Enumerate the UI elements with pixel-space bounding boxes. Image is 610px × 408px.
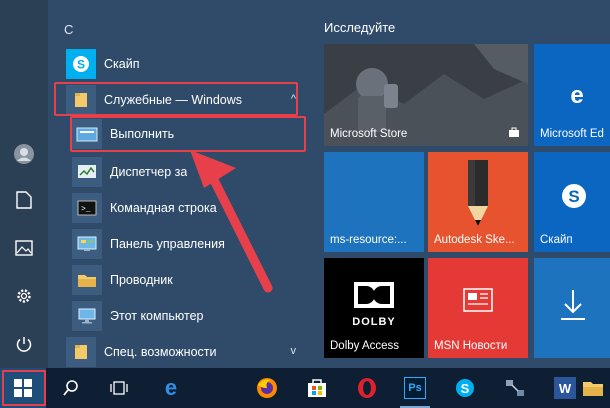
edge-icon[interactable]: e [148,368,194,408]
word-glyph: W [554,377,576,399]
taskbar: e Ps S W [0,368,610,408]
store-icon[interactable] [294,368,340,408]
network-icon[interactable] [492,368,538,408]
photoshop-glyph: Ps [404,377,426,399]
svg-text:e: e [165,377,177,399]
highlight-box-start [2,370,46,406]
file-explorer-icon[interactable] [576,368,610,408]
skype-icon[interactable]: S [442,368,488,408]
photoshop-icon[interactable]: Ps [392,368,438,408]
svg-text:S: S [461,381,470,396]
search-icon[interactable] [48,368,94,408]
opera-icon[interactable] [344,368,390,408]
task-view-icon[interactable] [96,368,142,408]
firefox-icon[interactable] [244,368,290,408]
annotation-arrow [190,150,273,293]
